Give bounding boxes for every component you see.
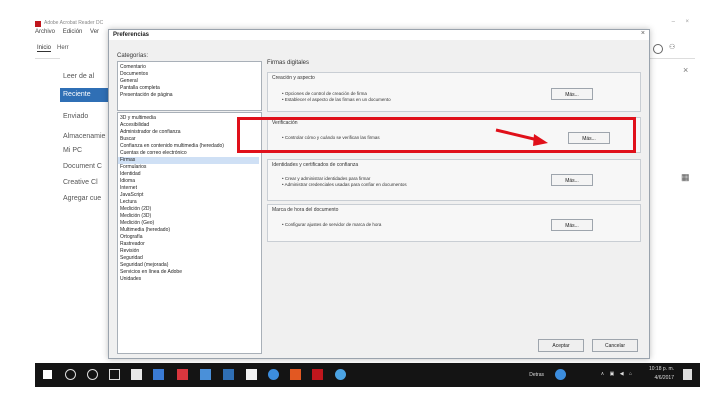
search-icon[interactable] bbox=[65, 369, 76, 380]
outlook-icon[interactable] bbox=[223, 369, 234, 380]
sidebar-item-mi-pc[interactable]: Mi PC bbox=[60, 144, 115, 158]
category-item[interactable]: Medición (3D) bbox=[120, 213, 151, 220]
category-item[interactable]: Cuentas de correo electrónico bbox=[120, 150, 187, 157]
group-title: Marca de hora del documento bbox=[272, 207, 339, 213]
app-right-tools: ⚇ × ▦ bbox=[645, 40, 705, 360]
tray-icons[interactable]: ∧ ▣ ◀ ⌂ bbox=[601, 371, 634, 377]
dialog-close-icon[interactable]: × bbox=[641, 30, 645, 37]
cortana-icon[interactable] bbox=[87, 369, 98, 380]
category-item[interactable]: 3D y multimedia bbox=[120, 115, 156, 122]
identidades-more-button[interactable]: Más... bbox=[551, 174, 593, 186]
category-item[interactable]: Formularios bbox=[120, 164, 146, 171]
taskbar: Detras ∧ ▣ ◀ ⌂ 10:18 p. m. 4/6/2017 bbox=[35, 363, 700, 387]
category-item[interactable]: Medición (Geo) bbox=[120, 220, 154, 227]
group-line: • Configurar ajustes de servidor de marc… bbox=[282, 222, 382, 227]
category-list-top: Comentario Documentos General Pantalla c… bbox=[117, 61, 262, 111]
start-icon[interactable] bbox=[43, 370, 52, 379]
sidebar-item-leer[interactable]: Leer de al bbox=[60, 70, 115, 84]
file-explorer-icon[interactable] bbox=[131, 369, 142, 380]
category-item[interactable]: Lectura bbox=[120, 199, 137, 206]
panel-title: Firmas digitales bbox=[267, 60, 310, 66]
minimize-icon[interactable]: – bbox=[672, 19, 675, 25]
clock-date[interactable]: 4/6/2017 bbox=[655, 375, 674, 381]
category-item-firmas-selected[interactable]: Firmas bbox=[118, 157, 259, 164]
category-item[interactable]: Idioma bbox=[120, 178, 135, 185]
help-icon[interactable] bbox=[653, 44, 663, 54]
group-marca-hora: Marca de hora del documento • Configurar… bbox=[267, 204, 641, 242]
sidebar-item-enviado[interactable]: Enviado bbox=[60, 110, 115, 124]
store-icon[interactable] bbox=[153, 369, 164, 380]
group-line: • Administrar credenciales usadas para c… bbox=[282, 182, 407, 187]
sidebar-item-creative-cloud[interactable]: Creative Cl bbox=[60, 176, 115, 190]
preferences-dialog: Preferencias × Categorías: Comentario Do… bbox=[108, 29, 650, 359]
categories-label: Categorías: bbox=[117, 53, 149, 59]
group-identidades: Identidades y certificados de confianza … bbox=[267, 159, 641, 201]
tab-inicio[interactable]: Inicio bbox=[37, 45, 52, 52]
category-item[interactable]: Unidades bbox=[120, 276, 141, 283]
app-titlebar: Adobe Acrobat Reader DC – × bbox=[35, 19, 695, 29]
browser-icon[interactable] bbox=[268, 369, 279, 380]
window-close-icon[interactable]: × bbox=[685, 19, 689, 25]
tab-herramientas[interactable]: Herr bbox=[57, 45, 69, 51]
category-item[interactable]: Internet bbox=[120, 185, 137, 192]
menu-ver[interactable]: Ver bbox=[90, 29, 99, 35]
category-item[interactable]: Revisión bbox=[120, 248, 139, 255]
acrobat-taskbar-icon[interactable] bbox=[177, 369, 188, 380]
group-line: • Establecer el aspecto de las firmas en… bbox=[282, 97, 391, 102]
group-title: Creación y aspecto bbox=[272, 75, 315, 81]
category-item[interactable]: Buscar bbox=[120, 136, 136, 143]
task-view-icon[interactable] bbox=[109, 369, 120, 380]
category-item[interactable]: Rastreador bbox=[120, 241, 145, 248]
category-item[interactable]: Accesibilidad bbox=[120, 122, 149, 129]
group-title: Identidades y certificados de confianza bbox=[272, 162, 359, 168]
group-creacion-aspecto: Creación y aspecto • Opciones de control… bbox=[267, 72, 641, 112]
menu-archivo[interactable]: Archivo bbox=[35, 29, 55, 35]
category-item[interactable]: Servicios en línea de Adobe bbox=[120, 269, 182, 276]
category-item[interactable]: Multimedia (heredado) bbox=[120, 227, 170, 234]
category-item[interactable]: Confianza en contenido multimedia (hered… bbox=[120, 143, 224, 150]
category-item[interactable]: Identidad bbox=[120, 171, 141, 178]
acrobat-logo-icon bbox=[35, 21, 41, 27]
category-item[interactable]: Comentario bbox=[120, 64, 146, 71]
chrome-icon[interactable] bbox=[335, 369, 346, 380]
category-item[interactable]: Ortografía bbox=[120, 234, 143, 241]
category-item[interactable]: Presentación de página bbox=[120, 92, 173, 99]
category-item[interactable]: Seguridad bbox=[120, 255, 143, 262]
tray-app-icon[interactable] bbox=[555, 369, 566, 380]
sidebar-item-reciente[interactable]: Reciente bbox=[60, 88, 115, 102]
category-item[interactable]: Documentos bbox=[120, 71, 148, 78]
marca-hora-more-button[interactable]: Más... bbox=[551, 219, 593, 231]
sidebar-item-almacenamiento: Almacenamie bbox=[63, 133, 106, 140]
acrobat-active-icon[interactable] bbox=[312, 369, 323, 380]
sidebar-item-document-cloud[interactable]: Document C bbox=[60, 160, 115, 174]
cancel-button[interactable]: Cancelar bbox=[592, 339, 638, 352]
sidebar-item-agregar-cuenta[interactable]: Agregar cue bbox=[60, 192, 115, 206]
category-item[interactable]: JavaScript bbox=[120, 192, 143, 199]
app-title: Adobe Acrobat Reader DC bbox=[44, 20, 104, 26]
ok-button[interactable]: Aceptar bbox=[538, 339, 584, 352]
app-sidebar: Leer de al Reciente Enviado Almacenamie … bbox=[60, 58, 115, 358]
tray-label: Detras bbox=[529, 372, 544, 378]
notepad-icon[interactable] bbox=[246, 369, 257, 380]
highlight-box bbox=[237, 117, 636, 153]
word-icon[interactable] bbox=[200, 369, 211, 380]
category-item[interactable]: Seguridad (mejorada) bbox=[120, 262, 168, 269]
category-item[interactable]: Pantalla completa bbox=[120, 85, 160, 92]
category-item[interactable]: Medición (2D) bbox=[120, 206, 151, 213]
category-item[interactable]: General bbox=[120, 78, 138, 85]
account-icon[interactable]: ⚇ bbox=[669, 43, 675, 51]
grid-icon[interactable]: ▦ bbox=[681, 172, 690, 183]
category-item[interactable]: Administrador de confianza bbox=[120, 129, 181, 136]
menu-edicion[interactable]: Edición bbox=[63, 29, 83, 35]
firefox-icon[interactable] bbox=[290, 369, 301, 380]
clock-time[interactable]: 10:18 p. m. bbox=[649, 366, 674, 372]
red-arrow-icon bbox=[495, 128, 548, 146]
close-icon[interactable]: × bbox=[683, 65, 688, 75]
dialog-title: Preferencias bbox=[109, 30, 649, 40]
creacion-more-button[interactable]: Más... bbox=[551, 88, 593, 100]
notifications-icon[interactable] bbox=[683, 369, 692, 380]
